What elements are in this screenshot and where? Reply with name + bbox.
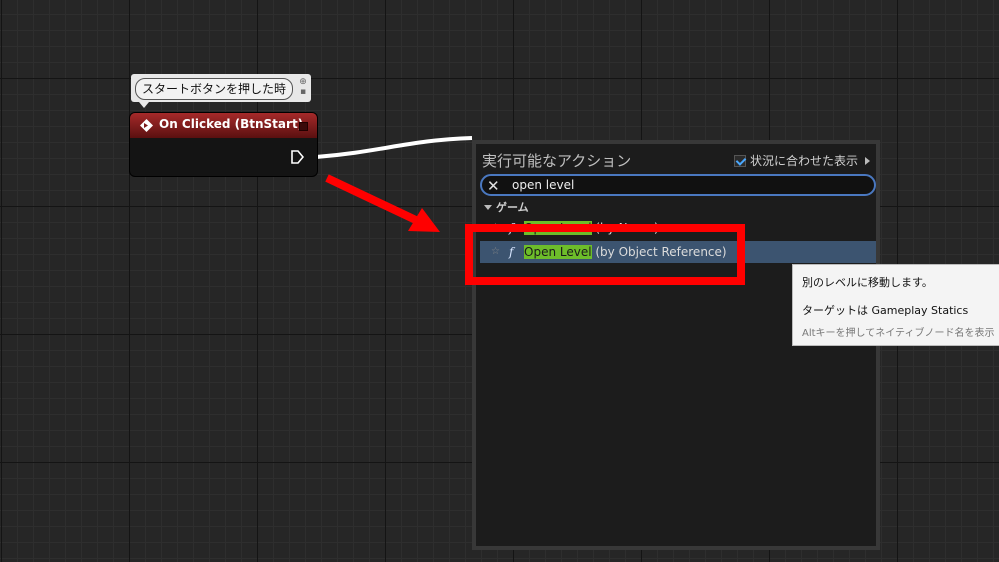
category-game[interactable]: ゲーム [480,200,876,216]
event-icon [140,119,153,132]
context-sensitive-checkbox[interactable] [733,154,746,167]
action-tooltip: 別のレベルに移動します。 ターゲットは Gameplay Statics Alt… [792,264,999,346]
node-title: On Clicked (BtnStart) [159,117,304,131]
menu-title: 実行可能なアクション [482,152,632,170]
tooltip-hint: Altキーを押してネイティブノード名を表示 [802,328,995,339]
category-label: ゲーム [496,201,529,214]
delegate-pin-icon[interactable] [299,122,308,131]
chevron-right-icon[interactable] [865,156,870,165]
clear-icon[interactable]: ✕ [487,177,500,195]
search-input[interactable] [512,177,852,193]
tooltip-target: ターゲットは Gameplay Statics [802,304,969,317]
comment-tail [139,102,149,108]
pin-icon[interactable]: ⊕ ▪ [298,77,308,97]
search-box[interactable]: ✕ [480,174,876,196]
on-clicked-event-node[interactable]: On Clicked (BtnStart) [130,113,317,176]
node-header[interactable]: On Clicked (BtnStart) [130,113,317,138]
annotation-highlight-box [465,224,745,285]
node-comment-bubble[interactable]: スタートボタンを押した時 ⊕ ▪ [131,74,311,108]
context-sensitive-toggle[interactable]: 状況に合わせた表示 [733,152,870,169]
comment-text[interactable]: スタートボタンを押した時 [135,78,294,100]
exec-wire [315,136,473,159]
context-sensitive-label: 状況に合わせた表示 [749,154,858,168]
annotation-arrow [325,174,440,232]
tooltip-description: 別のレベルに移動します。 [802,276,933,289]
caret-down-icon[interactable] [484,205,492,210]
exec-output-pin-icon[interactable] [290,150,304,164]
